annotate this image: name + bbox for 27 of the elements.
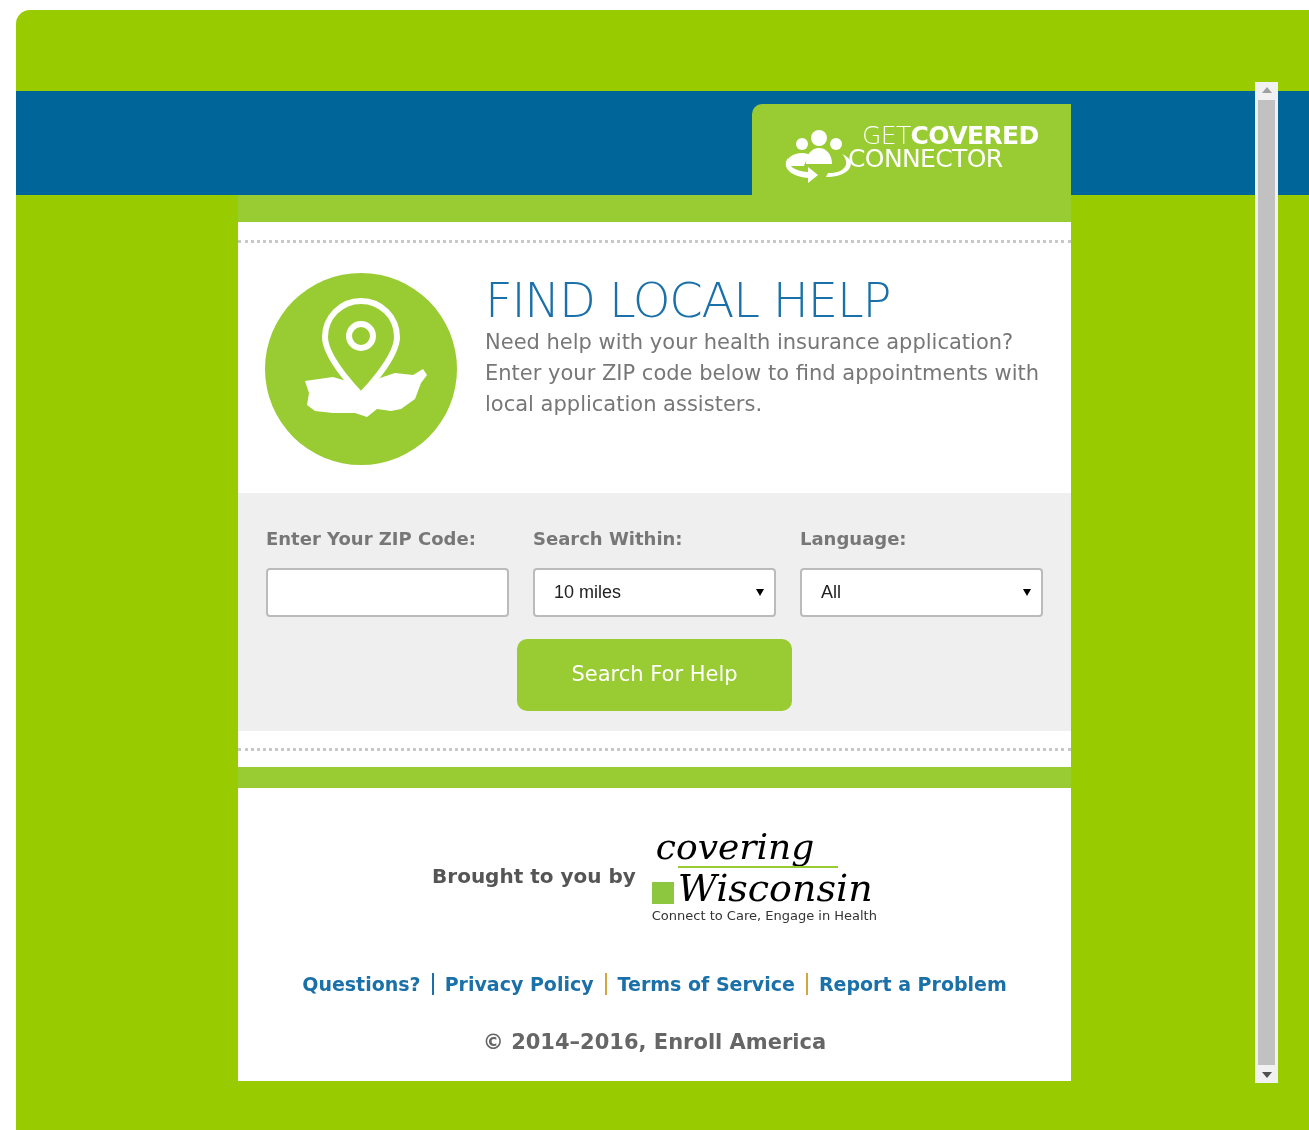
footer-link[interactable]: Terms of Service [617, 970, 795, 999]
field-label: Language: [800, 527, 908, 551]
footer-link[interactable]: Report a Problem [818, 970, 1007, 999]
footer-link[interactable]: Privacy Policy [444, 970, 594, 999]
caret-icon[interactable] [756, 589, 764, 596]
sponsor-logo-text: covering [655, 828, 816, 866]
sponsor-label: Brought to you by [432, 863, 636, 890]
intro-text: Need help with your health insurance application? Enter your ZIP code below to find appointments with local application assisters. [485, 329, 1041, 418]
field-label: Search Within: [533, 527, 684, 551]
scroll-up-icon[interactable] [1261, 86, 1272, 94]
page-title: FIND LOCAL HELP [485, 275, 892, 325]
square-logo-icon [651, 882, 674, 904]
caret-icon[interactable] [1023, 589, 1031, 596]
dropdown[interactable]: All [800, 568, 1043, 617]
scroll-down-icon[interactable] [1261, 1071, 1272, 1079]
field-label: Enter Your ZIP Code: [266, 527, 477, 551]
logo-text: GETCOVERED [862, 124, 1039, 147]
scroll-thumb[interactable] [1258, 100, 1275, 1065]
logo-subtext: CONNECTOR [848, 147, 1004, 170]
footer-link[interactable]: Questions? [302, 970, 421, 999]
sponsor-tagline: Connect to Care, Engage in Health [651, 908, 877, 924]
copyright-text: © 2014–2016, Enroll America [482, 1028, 827, 1056]
zip-input-field[interactable] [266, 568, 509, 617]
map-pin-icon [265, 273, 457, 465]
sponsor-logo-text: Wisconsin [677, 868, 873, 908]
scrollbar[interactable] [1255, 82, 1278, 1083]
dropdown[interactable]: 10 miles [533, 568, 776, 617]
